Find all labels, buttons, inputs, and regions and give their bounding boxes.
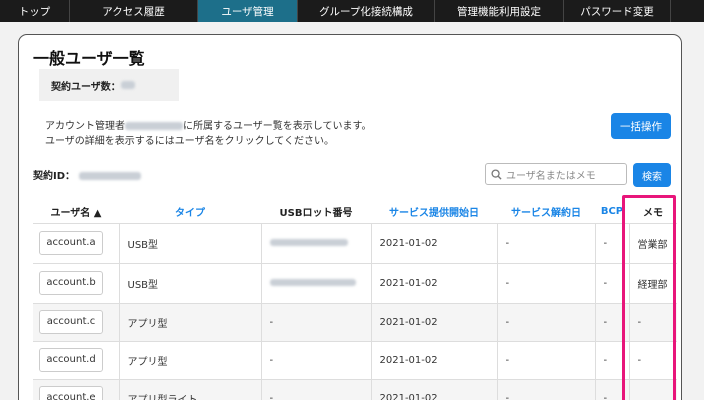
bcp-cell: - [594, 378, 629, 400]
description: アカウント管理者 に所属するユーザー覧を表示しています。 ユーザの詳細を表示するに… [45, 119, 372, 149]
nav-tab-extra[interactable] [671, 0, 704, 22]
bcp-cell: - [594, 262, 629, 303]
end-date-cell: - [496, 378, 595, 400]
nav-tab-group-connection[interactable]: グループ化接続構成 [298, 0, 435, 22]
redacted-admin-name [125, 122, 183, 130]
end-date-cell: - [496, 262, 595, 303]
usb-lot-cell: - [260, 302, 371, 341]
search-icon [491, 168, 502, 180]
search-placeholder: ユーザ名またはメモ [506, 170, 596, 182]
nav-tab-access-history[interactable]: アクセス履歴 [70, 0, 198, 22]
header-username[interactable]: ユーザ名 ▲ [33, 201, 119, 224]
end-date-cell: - [496, 222, 595, 263]
contract-id: 契約ID： [33, 167, 141, 182]
usb-lot-cell: - [260, 340, 371, 379]
nav-tab-top[interactable]: トップ [0, 0, 70, 22]
nav-tab-password-change[interactable]: パスワード変更 [564, 0, 671, 22]
contract-id-label: 契約ID： [33, 171, 76, 182]
bulk-operation-button[interactable]: 一括操作 [611, 113, 671, 139]
username-button[interactable]: account.d [39, 348, 103, 372]
usb-lot-cell [260, 222, 371, 263]
redacted-usb-lot [269, 239, 348, 246]
memo-cell: - [628, 302, 677, 341]
username-button[interactable]: account.e [39, 386, 103, 400]
type-cell: USB型 [118, 262, 261, 303]
memo-cell: - [628, 340, 677, 379]
table-row: account.b USB型 2021-01-02 - - 経理部 [33, 262, 677, 303]
type-cell: アプリ型ライト [118, 378, 261, 400]
usb-lot-cell: - [260, 378, 371, 400]
redacted-contract-id [78, 172, 141, 180]
username-button[interactable]: account.b [39, 271, 103, 295]
header-usb-lot: USBロット番号 [261, 201, 371, 224]
table-row: account.a USB型 2021-01-02 - - 営業部 [33, 222, 677, 263]
memo-cell [628, 378, 677, 400]
start-date-cell: 2021-01-02 [370, 378, 497, 400]
table-row: account.c アプリ型 - 2021-01-02 - - - [33, 302, 677, 341]
header-type[interactable]: タイプ [119, 201, 261, 224]
type-cell: USB型 [118, 222, 261, 263]
nav-tab-admin-settings[interactable]: 管理機能利用設定 [435, 0, 564, 22]
user-table: ユーザ名 ▲ タイプ USBロット番号 サービス提供開始日 サービス解約日 BC… [33, 201, 677, 400]
start-date-cell: 2021-01-02 [370, 262, 497, 303]
bcp-cell: - [594, 222, 629, 263]
username-button[interactable]: account.a [39, 231, 103, 255]
search-button[interactable]: 検索 [633, 163, 671, 187]
usb-lot-cell [260, 262, 371, 303]
description-suffix: に所属するユーザー覧を表示しています。 [183, 121, 372, 132]
top-navigation: トップ アクセス履歴 ユーザ管理 グループ化接続構成 管理機能利用設定 パスワー… [0, 0, 704, 22]
type-cell: アプリ型 [118, 340, 261, 379]
contract-user-count: 契約ユーザ数： [39, 69, 179, 101]
type-cell: アプリ型 [118, 302, 261, 341]
bcp-cell: - [594, 340, 629, 379]
username-button[interactable]: account.c [39, 310, 103, 334]
header-bcp[interactable]: BCP [595, 201, 629, 224]
contract-user-count-label: 契約ユーザ数： [51, 81, 121, 93]
table-row: account.d アプリ型 - 2021-01-02 - - - [33, 340, 677, 379]
start-date-cell: 2021-01-02 [370, 302, 497, 341]
page-title: 一般ユーザ一覧 [33, 49, 145, 68]
user-list-card: 一般ユーザ一覧 契約ユーザ数： アカウント管理者 に所属するユーザー覧を表示してい… [18, 34, 682, 400]
end-date-cell: - [496, 340, 595, 379]
description-line-2: ユーザの詳細を表示するにはユーザ名をクリックしてください。 [45, 136, 334, 147]
header-memo: メモ [629, 201, 677, 224]
description-line-1: アカウント管理者 に所属するユーザー覧を表示しています。 [45, 119, 372, 134]
description-prefix: アカウント管理者 [45, 121, 125, 132]
memo-cell: 営業部 [628, 222, 677, 263]
end-date-cell: - [496, 302, 595, 341]
memo-cell: 経理部 [628, 262, 677, 303]
start-date-cell: 2021-01-02 [370, 340, 497, 379]
redacted-usb-lot [269, 279, 356, 286]
start-date-cell: 2021-01-02 [370, 222, 497, 263]
nav-tab-user-management[interactable]: ユーザ管理 [198, 0, 298, 22]
redacted-count [120, 81, 135, 89]
header-service-start[interactable]: サービス提供開始日 [371, 201, 497, 224]
search-input[interactable]: ユーザ名またはメモ [485, 163, 627, 185]
header-service-end[interactable]: サービス解約日 [497, 201, 595, 224]
bcp-cell: - [594, 302, 629, 341]
table-row: account.e アプリ型ライト - 2021-01-02 - - [33, 378, 677, 400]
